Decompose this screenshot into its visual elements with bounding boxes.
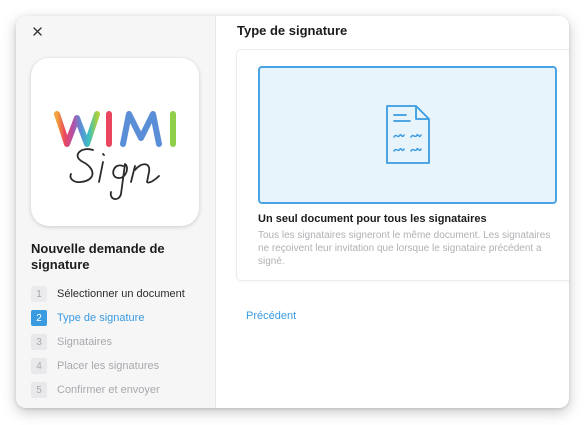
step-select-document[interactable]: 1 Sélectionner un document xyxy=(31,282,211,306)
step-label: Placer les signatures xyxy=(57,360,160,372)
wimi-sign-logo xyxy=(31,58,199,226)
option-title: Un seul document pour tous les signatair… xyxy=(258,213,487,225)
option-description: Tous les signataires signeront le même d… xyxy=(258,230,551,267)
step-label: Confirmer et envoyer xyxy=(57,384,160,396)
step-number: 3 xyxy=(31,334,47,350)
page-title: Type de signature xyxy=(237,23,348,38)
step-number: 5 xyxy=(31,382,47,398)
step-label: Signataires xyxy=(57,336,113,348)
step-number: 1 xyxy=(31,286,47,302)
close-icon xyxy=(32,26,42,36)
step-number: 4 xyxy=(31,358,47,374)
signature-request-dialog: Nouvelle demande de signature 1 Sélectio… xyxy=(16,16,569,408)
document-signature-icon xyxy=(386,105,430,164)
step-signature-type[interactable]: 2 Type de signature xyxy=(31,306,211,330)
step-label: Type de signature xyxy=(57,312,145,324)
step-number: 2 xyxy=(31,310,47,326)
sidebar: Nouvelle demande de signature 1 Sélectio… xyxy=(16,16,216,408)
sidebar-title: Nouvelle demande de signature xyxy=(31,241,165,272)
steps-list: 1 Sélectionner un document 2 Type de sig… xyxy=(31,282,211,402)
step-confirm-send[interactable]: 5 Confirmer et envoyer xyxy=(31,378,211,402)
option-preview xyxy=(258,66,557,204)
previous-button[interactable]: Précédent xyxy=(246,310,296,322)
step-signers[interactable]: 3 Signataires xyxy=(31,330,211,354)
option-single-document-card[interactable]: Un seul document pour tous les signatair… xyxy=(237,50,569,280)
close-button[interactable] xyxy=(29,23,45,39)
step-place-signatures[interactable]: 4 Placer les signatures xyxy=(31,354,211,378)
step-label: Sélectionner un document xyxy=(57,288,185,300)
